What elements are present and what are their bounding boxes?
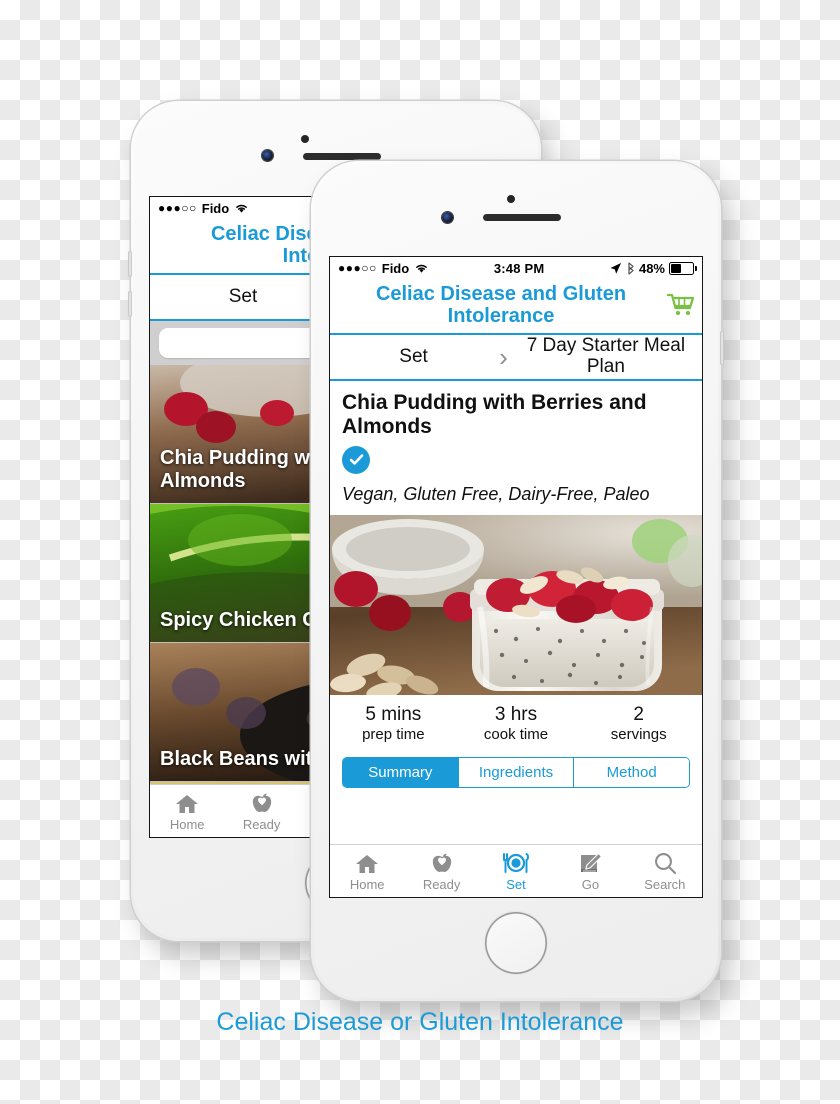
home-icon [150, 790, 224, 815]
apple-heart-icon [224, 790, 298, 815]
front-camera [262, 150, 273, 161]
earpiece-speaker [303, 153, 381, 160]
stat-servings-label: servings [610, 726, 667, 744]
signal-dots-icon: ●●●○○ [338, 261, 377, 275]
tab-ready[interactable]: Ready [404, 850, 478, 892]
tab-home[interactable]: Home [330, 850, 404, 892]
breadcrumb-parent[interactable]: Set [330, 346, 497, 368]
tab-go[interactable]: Go [553, 850, 627, 892]
verified-badge-row [330, 441, 702, 476]
plate-cutlery-icon [479, 850, 553, 875]
bluetooth-icon [628, 261, 634, 275]
page-title: Celiac Disease and Gluten Intolerance [375, 282, 627, 327]
breadcrumb[interactable]: Set › 7 Day Starter Meal Plan [330, 335, 702, 381]
image-caption: Celiac Disease or Gluten Intolerance [216, 1008, 624, 1036]
tab-ready-label: Ready [242, 817, 281, 832]
home-icon [330, 850, 404, 875]
carrier-label: Fido [381, 260, 410, 276]
recipe-segmented-control: Summary Ingredients Method [342, 757, 690, 789]
recipe-stats: 5 mins prep time 3 hrs cook time 2 servi… [330, 694, 702, 750]
stat-prep-value: 5 mins [365, 703, 422, 725]
tab-ingredients[interactable]: Ingredients [457, 758, 574, 788]
recipe-hero-image [330, 514, 702, 695]
tab-summary[interactable]: Summary [343, 758, 458, 788]
tab-method[interactable]: Method [573, 758, 689, 788]
location-arrow-icon [610, 262, 621, 274]
tab-bar: Home Ready Set Go Search [330, 844, 702, 897]
stat-prep-time: 5 mins prep time [332, 703, 455, 746]
book-pencil-icon [553, 850, 627, 875]
recipe-tabs-wrap: Summary Ingredients Method [330, 749, 702, 799]
front-home-button[interactable] [485, 912, 547, 974]
battery-percent-label: 48% [638, 260, 665, 276]
front-phone-device: ●●●○○ Fido 3:48 PM 48% Celiac Disease an… [311, 161, 724, 1001]
check-circle-icon [342, 445, 370, 474]
wifi-icon [416, 264, 428, 273]
rear-status-left: ●●●○○ Fido [158, 201, 249, 216]
proximity-sensor [507, 195, 515, 203]
front-camera [442, 212, 453, 223]
stat-cook-value: 3 hrs [494, 703, 538, 725]
chevron-right-icon: › [499, 342, 508, 372]
status-right: 48% [609, 260, 697, 276]
tab-home[interactable]: Home [150, 790, 224, 832]
power-button[interactable] [720, 331, 724, 365]
magnifier-icon [628, 850, 702, 875]
status-time: 3:48 PM [493, 260, 545, 276]
recipe-tags: Vegan, Gluten Free, Dairy-Free, Paleo [330, 475, 702, 515]
status-bar: ●●●○○ Fido 3:48 PM 48% [330, 257, 702, 279]
stat-servings: 2 servings [577, 703, 700, 746]
volume-up-button[interactable] [128, 251, 132, 277]
volume-down-button[interactable] [128, 291, 132, 317]
tab-home-label: Home [349, 877, 385, 892]
tab-search-label: Search [644, 877, 686, 892]
tab-search[interactable]: Search [628, 850, 702, 892]
tab-home-label: Home [169, 817, 205, 832]
shopping-cart-icon[interactable] [666, 292, 696, 318]
front-phone-screen: ●●●○○ Fido 3:48 PM 48% Celiac Disease an… [329, 256, 703, 898]
status-left: ●●●○○ Fido [338, 261, 429, 276]
apple-heart-icon [404, 850, 478, 875]
proximity-sensor [301, 135, 309, 143]
battery-icon [669, 261, 697, 275]
stat-cook-label: cook time [483, 726, 549, 744]
carrier-label: Fido [201, 200, 230, 216]
wifi-icon [236, 204, 248, 213]
rear-breadcrumb-parent[interactable]: Set [150, 286, 336, 308]
breadcrumb-current: 7 Day Starter Meal Plan [526, 335, 686, 377]
tab-go-label: Go [581, 877, 600, 892]
stat-servings-value: 2 [633, 703, 644, 725]
tab-set-label: Set [506, 877, 526, 892]
signal-dots-icon: ●●●○○ [158, 201, 197, 215]
tab-set[interactable]: Set [479, 850, 553, 892]
earpiece-speaker [483, 214, 561, 221]
recipe-title: Chia Pudding with Berries and Almonds [330, 381, 702, 442]
navbar: Celiac Disease and Gluten Intolerance [330, 279, 702, 335]
tab-ready[interactable]: Ready [224, 790, 298, 832]
stat-cook-time: 3 hrs cook time [455, 703, 578, 746]
tab-ready-label: Ready [422, 877, 461, 892]
stat-prep-label: prep time [362, 726, 425, 744]
